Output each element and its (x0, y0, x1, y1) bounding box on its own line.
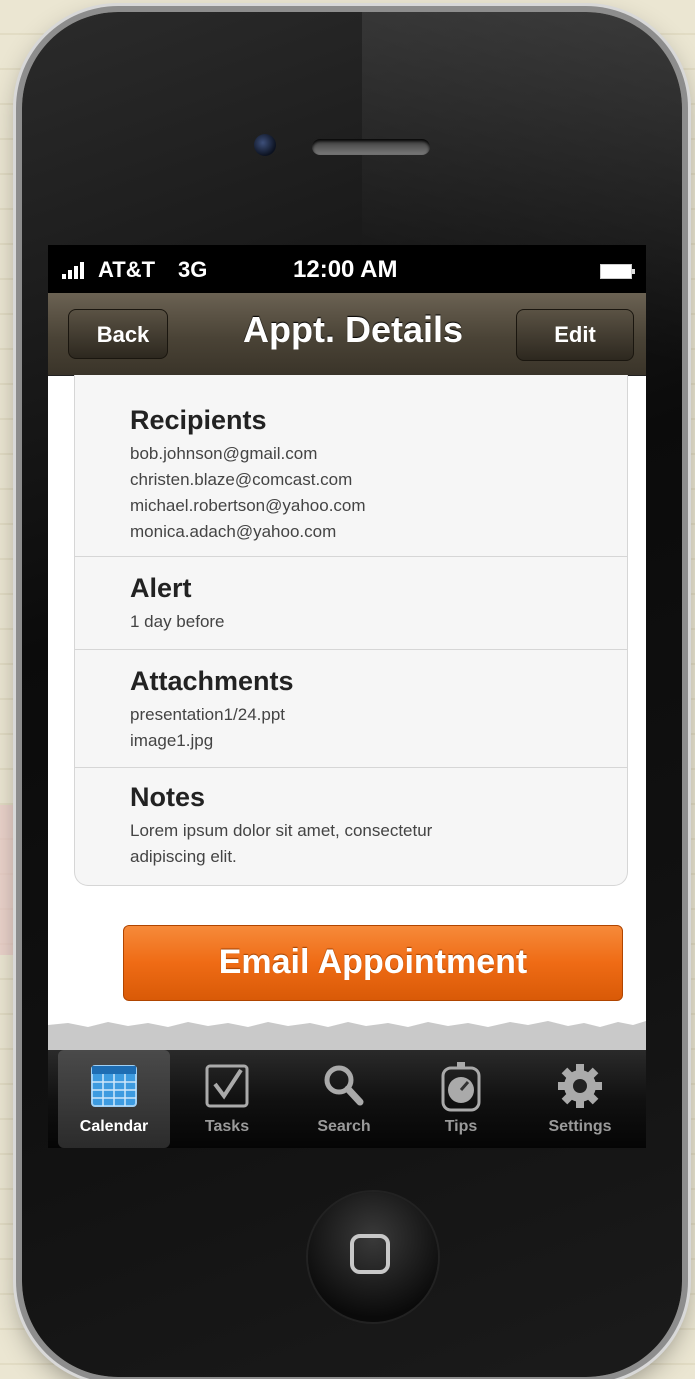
back-button[interactable]: Back (68, 309, 168, 359)
signal-strength-icon (62, 259, 92, 279)
gear-icon (558, 1064, 602, 1108)
calendar-icon (91, 1065, 137, 1107)
tab-label: Calendar (79, 1118, 149, 1135)
battery-icon (600, 264, 635, 279)
email-appointment-button[interactable]: Email Appointment (123, 925, 623, 1001)
recipients-cell[interactable]: Recipients bob.johnson@gmail.com christe… (75, 375, 627, 557)
recipients-list: bob.johnson@gmail.com christen.blaze@com… (130, 441, 366, 545)
attachment-file[interactable]: image1.jpg (130, 728, 285, 754)
tab-tasks[interactable]: Tasks (171, 1050, 283, 1148)
notes-text: Lorem ipsum dolor sit amet, consectetur … (130, 818, 432, 870)
notes-line: Lorem ipsum dolor sit amet, consectetur (130, 821, 433, 840)
details-group: Recipients bob.johnson@gmail.com christe… (74, 375, 628, 886)
page-title: Appt. Details (242, 309, 464, 350)
attachments-title: Attachments (130, 666, 294, 696)
tab-search[interactable]: Search (288, 1050, 400, 1148)
stopwatch-icon (441, 1062, 481, 1112)
notes-cell[interactable]: Notes Lorem ipsum dolor sit amet, consec… (75, 768, 627, 885)
tab-bar: Calendar Tasks Search Tips Settings (48, 1050, 646, 1148)
recipient-email: michael.robertson@yahoo.com (130, 496, 366, 515)
network-label: 3G (178, 257, 208, 282)
home-square-icon (350, 1234, 390, 1274)
earpiece-speaker (312, 139, 430, 155)
recipient-email: christen.blaze@comcast.com (130, 470, 353, 489)
notes-line: adipiscing elit. (130, 847, 237, 866)
torn-paper-edge (48, 1015, 646, 1055)
edit-button[interactable]: Edit (516, 309, 634, 361)
tab-label: Settings (548, 1118, 612, 1135)
attachments-cell[interactable]: Attachments presentation1/24.ppt image1.… (75, 650, 627, 768)
tab-label: Tips (444, 1118, 478, 1135)
attachments-list: presentation1/24.ppt image1.jpg (130, 702, 285, 754)
alert-title: Alert (130, 573, 192, 603)
recipients-title: Recipients (130, 405, 267, 435)
phone-screen: AT&T 3G 12:00 AM Back Appt. Details Edit… (48, 245, 646, 1148)
tab-tips[interactable]: Tips (405, 1050, 517, 1148)
checkbox-icon (205, 1064, 249, 1108)
home-button[interactable] (308, 1192, 438, 1322)
tab-settings[interactable]: Settings (524, 1050, 636, 1148)
alert-line: 1 day before (130, 612, 225, 631)
front-camera (254, 134, 276, 156)
notes-title: Notes (130, 782, 206, 812)
alert-value: 1 day before (130, 609, 225, 635)
tab-label: Tasks (204, 1118, 250, 1135)
recipient-email: monica.adach@yahoo.com (130, 522, 337, 541)
recipient-email: bob.johnson@gmail.com (130, 444, 318, 463)
search-icon (324, 1065, 364, 1106)
navigation-bar: Back Appt. Details Edit (48, 293, 646, 376)
tab-label: Search (317, 1118, 371, 1135)
status-time: 12:00 AM (293, 256, 398, 283)
alert-cell[interactable]: Alert 1 day before (75, 557, 627, 650)
status-bar: AT&T 3G 12:00 AM (48, 245, 646, 293)
tab-calendar[interactable]: Calendar (58, 1050, 170, 1148)
attachment-file[interactable]: presentation1/24.ppt (130, 702, 285, 728)
carrier-label: AT&T (98, 257, 156, 282)
